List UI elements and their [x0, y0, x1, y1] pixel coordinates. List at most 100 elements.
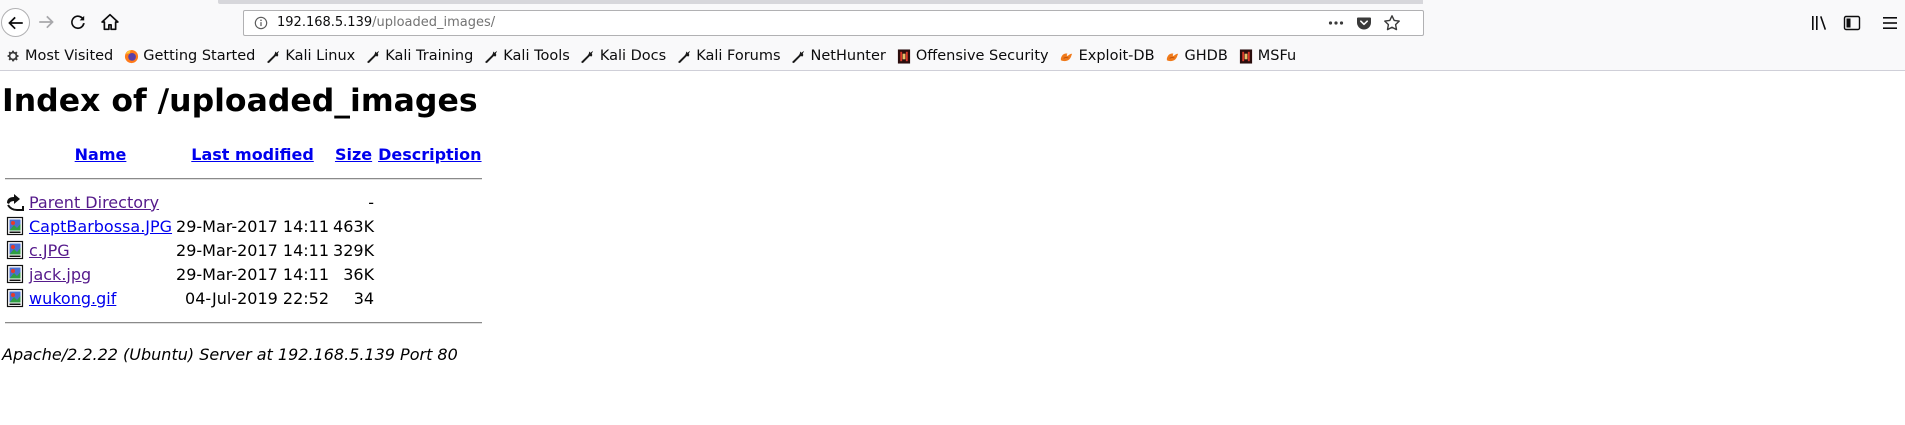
file-link[interactable]: wukong.gif [29, 289, 116, 308]
modified-cell: 29-Mar-2017 14:11 [176, 240, 330, 260]
modified-cell: 29-Mar-2017 14:11 [176, 216, 330, 236]
description-column-header: Description [377, 143, 482, 165]
browser-chrome: 192.168.5.139/uploaded_images/ Most Visi… [0, 0, 1905, 71]
bookmark-ghdb[interactable]: GHDB [1165, 45, 1228, 67]
file-name-cell: wukong.gif [28, 287, 173, 309]
bookmark-nethunter[interactable]: NetHunter [791, 45, 886, 67]
bookmark-label: Kali Tools [503, 48, 570, 64]
kali-dragon-icon [365, 48, 381, 64]
size-cell: 36K [343, 264, 375, 284]
icon-cell [4, 191, 26, 213]
page-actions-icon[interactable] [1327, 14, 1345, 32]
firefox-icon [123, 48, 139, 64]
url-text[interactable]: 192.168.5.139/uploaded_images/ [277, 15, 495, 30]
reload-button[interactable] [64, 8, 92, 36]
bookmark-most-visited[interactable]: Most Visited [5, 45, 113, 67]
description-cell [377, 263, 482, 285]
bookmark-getting-started[interactable]: Getting Started [123, 45, 255, 67]
navigation-toolbar: 192.168.5.139/uploaded_images/ [0, 4, 1905, 42]
divider [5, 321, 482, 324]
info-icon[interactable] [254, 16, 268, 30]
kali-dragon-icon [580, 48, 596, 64]
table-header-row: Name Last modified Size Description [4, 143, 483, 165]
directory-listing-table: Name Last modified Size Description Pare… [2, 141, 485, 335]
file-link[interactable]: CaptBarbossa.JPG [29, 217, 172, 236]
parent-directory-row: Parent Directory - [4, 191, 483, 213]
parent-directory-cell: Parent Directory [28, 191, 173, 213]
description-cell [377, 239, 482, 261]
bookmark-kali-forums[interactable]: Kali Forums [676, 45, 781, 67]
image-file-icon [6, 240, 24, 260]
sidebar-icon[interactable] [1842, 14, 1862, 32]
bookmark-label: Kali Training [385, 48, 474, 64]
url-host: 192.168.5.139 [277, 15, 373, 30]
image-file-icon [6, 216, 24, 236]
bookmark-kali-training[interactable]: Kali Training [365, 45, 473, 67]
gear-icon [5, 48, 21, 64]
server-signature: Apache/2.2.22 (Ubuntu) Server at 192.168… [2, 345, 458, 364]
icon-column-header [4, 143, 26, 165]
bookmark-label: NetHunter [810, 48, 886, 64]
offsec-icon [896, 48, 912, 64]
arrow-left-icon [7, 16, 23, 29]
divider-row [4, 167, 483, 189]
url-bar[interactable]: 192.168.5.139/uploaded_images/ [243, 10, 1424, 36]
home-button[interactable] [96, 8, 124, 36]
size-cell: 463K [333, 216, 375, 236]
back-folder-icon [7, 194, 24, 211]
bookmark-label: GHDB [1184, 48, 1228, 64]
table-row: CaptBarbossa.JPG 29-Mar-2017 14:11 463K [4, 215, 483, 237]
table-row: jack.jpg 29-Mar-2017 14:11 36K [4, 263, 483, 285]
kali-dragon-icon [265, 48, 281, 64]
bookmarks-toolbar: Most Visited Getting Started Kali Linux Kal… [0, 44, 1299, 68]
image-file-icon [6, 288, 24, 308]
bookmark-label: Exploit-DB [1078, 48, 1155, 64]
sort-by-description-link[interactable]: Description [378, 145, 481, 164]
icon-cell [4, 287, 26, 309]
bookmark-label: Getting Started [143, 48, 256, 64]
bookmark-offensive-security[interactable]: Offensive Security [896, 45, 1049, 67]
parent-directory-link[interactable]: Parent Directory [29, 193, 159, 212]
url-path: /uploaded_images/ [372, 15, 496, 30]
bookmark-label: MSFu [1257, 48, 1297, 64]
modified-cell [175, 191, 330, 213]
pocket-icon[interactable] [1356, 15, 1372, 31]
modified-column-header: Last modified [175, 143, 330, 165]
bookmark-star-icon[interactable] [1383, 14, 1401, 32]
table-row: c.JPG 29-Mar-2017 14:11 329K [4, 239, 483, 261]
library-icon[interactable] [1810, 14, 1830, 32]
exploit-db-icon [1059, 48, 1075, 64]
kali-dragon-icon [791, 48, 807, 64]
bookmark-exploit-db[interactable]: Exploit-DB [1059, 45, 1155, 67]
bookmark-msfu[interactable]: MSFu [1238, 45, 1296, 67]
file-link[interactable]: c.JPG [29, 241, 70, 260]
sort-by-name-link[interactable]: Name [75, 145, 127, 164]
forward-button[interactable] [32, 8, 60, 36]
reload-icon [71, 15, 85, 30]
size-cell: - [368, 192, 375, 212]
modified-cell: 04-Jul-2019 22:52 [185, 288, 330, 308]
file-name-cell: CaptBarbossa.JPG [28, 215, 173, 237]
file-link[interactable]: jack.jpg [29, 265, 91, 284]
bookmark-kali-tools[interactable]: Kali Tools [483, 45, 570, 67]
sort-by-size-link[interactable]: Size [335, 145, 372, 164]
table-row: wukong.gif 04-Jul-2019 22:52 34 [4, 287, 483, 309]
image-file-icon [6, 264, 24, 284]
name-column-header: Name [28, 143, 173, 165]
file-name-cell: c.JPG [28, 239, 173, 261]
exploit-db-icon [1165, 48, 1181, 64]
offsec-icon [1238, 48, 1254, 64]
modified-cell: 29-Mar-2017 14:11 [176, 264, 330, 284]
file-name-cell: jack.jpg [28, 263, 173, 285]
bookmark-label: Kali Forums [696, 48, 781, 64]
hamburger-menu-icon[interactable] [1880, 14, 1900, 32]
bookmark-kali-linux[interactable]: Kali Linux [265, 45, 355, 67]
description-cell [377, 191, 482, 213]
divider [5, 177, 482, 180]
sort-by-modified-link[interactable]: Last modified [191, 145, 314, 164]
bookmark-kali-docs[interactable]: Kali Docs [580, 45, 666, 67]
description-cell [377, 287, 482, 309]
bookmark-label: Kali Linux [285, 48, 356, 64]
arrow-right-icon [39, 15, 54, 29]
back-button[interactable] [1, 8, 30, 37]
